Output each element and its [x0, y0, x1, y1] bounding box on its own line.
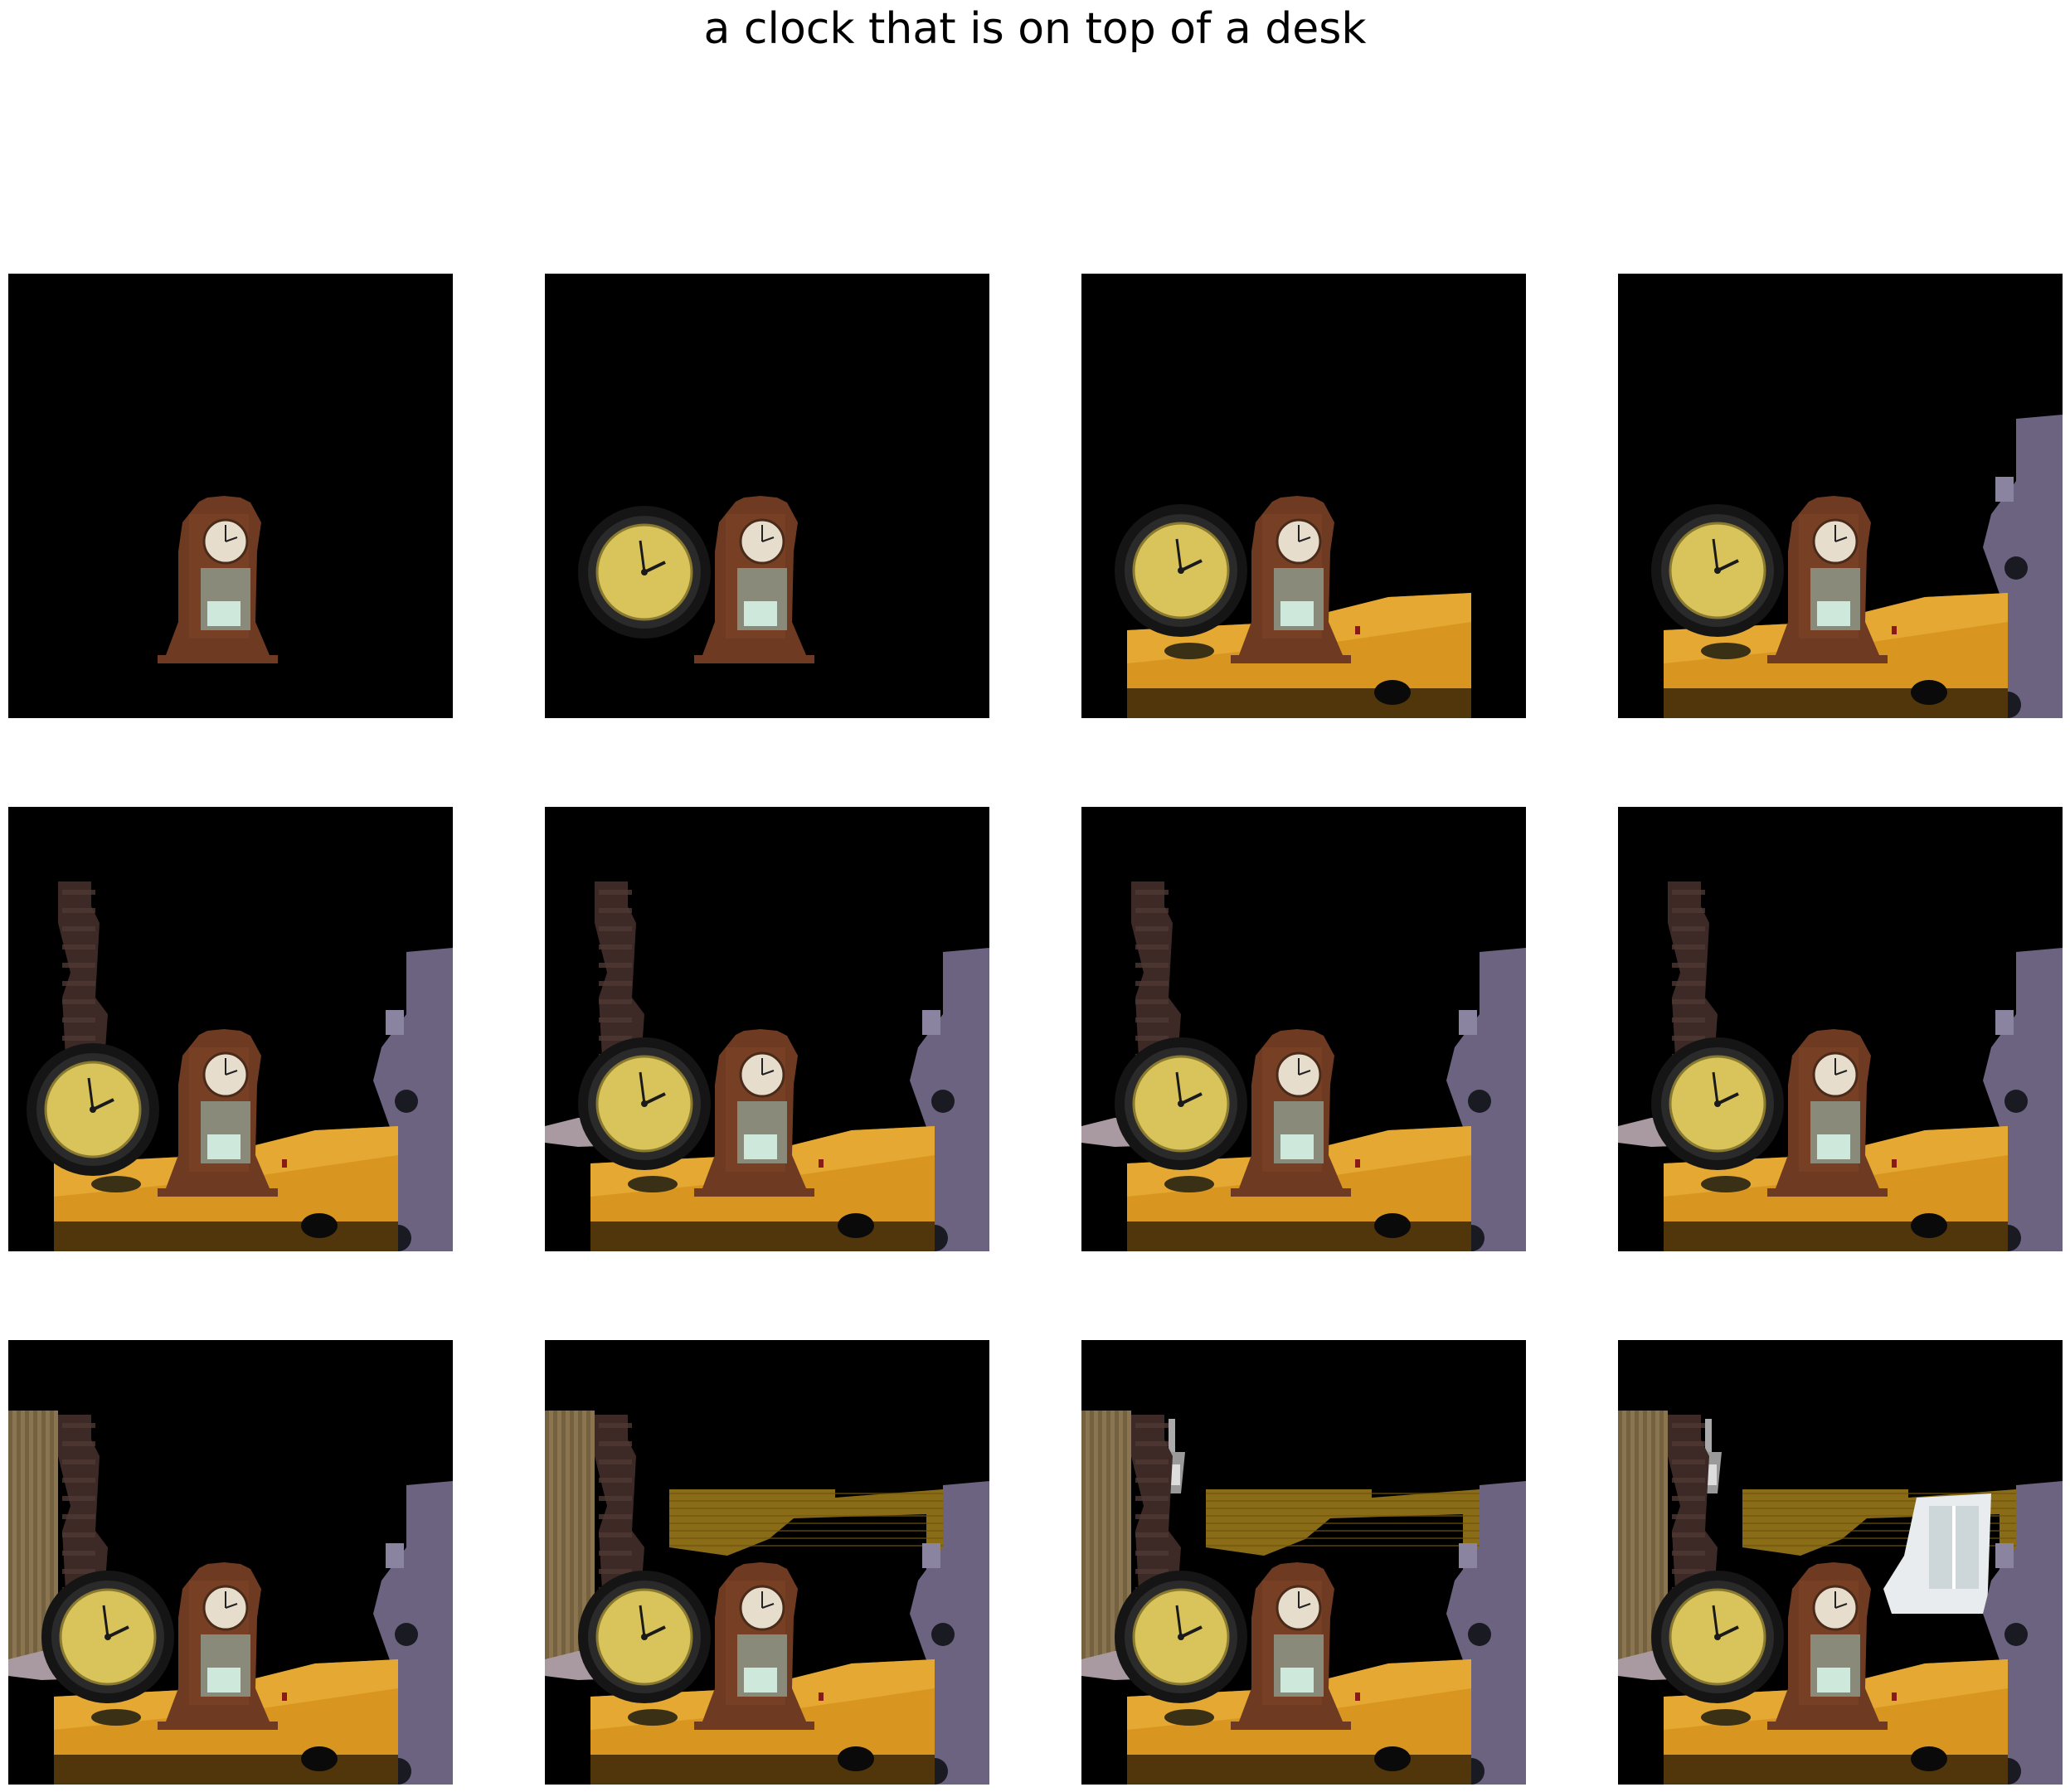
left-pillar-layer — [58, 881, 108, 1072]
panel-image — [545, 881, 989, 1251]
panel-image — [8, 1411, 453, 1785]
wall-clock-layer — [1115, 504, 1247, 637]
wall-clock-layer — [1115, 1571, 1247, 1703]
mantel-clock-layer — [158, 1029, 278, 1197]
panel-image — [158, 496, 278, 663]
wall-clock-layer — [41, 1571, 174, 1703]
wood-panel-layer — [1206, 1489, 1480, 1605]
wall-clock-layer — [1651, 1571, 1784, 1703]
panel-image — [545, 1411, 989, 1785]
panel-image — [1081, 1411, 1526, 1785]
panel-image — [578, 496, 814, 663]
grid-panel-8 — [1618, 807, 2063, 1251]
mantel-clock-layer — [694, 496, 814, 663]
wall-clock-layer — [578, 1571, 711, 1703]
panel-image — [1651, 415, 2063, 718]
panel-image — [1618, 1411, 2063, 1785]
wall-clock-layer — [578, 506, 711, 639]
wall-clock-layer — [1651, 1037, 1784, 1170]
mantel-clock-layer — [694, 1562, 814, 1730]
mantel-clock-layer — [1231, 1562, 1351, 1730]
mantel-clock-layer — [1767, 496, 1888, 663]
grid-panel-11 — [1081, 1340, 1526, 1785]
grid-panel-5 — [8, 807, 453, 1251]
grid-panel-12 — [1618, 1340, 2063, 1785]
panel-image — [1081, 881, 1526, 1251]
mantel-clock-layer — [1231, 496, 1351, 663]
wall-clock-layer — [1651, 504, 1784, 637]
mantel-clock-layer — [1231, 1029, 1351, 1197]
image-grid — [0, 0, 2070, 1792]
wood-panel-layer — [669, 1489, 943, 1605]
grid-panel-1 — [8, 274, 453, 718]
panel-image — [27, 881, 453, 1251]
panel-image — [1618, 881, 2063, 1251]
wall-clock-layer — [1115, 1037, 1247, 1170]
wall-clock-layer — [27, 1043, 159, 1176]
mantel-clock-layer — [158, 1562, 278, 1730]
grid-panel-4 — [1618, 274, 2063, 718]
grid-panel-10 — [545, 1340, 989, 1785]
grid-panel-7 — [1081, 807, 1526, 1251]
grid-panel-6 — [545, 807, 989, 1251]
mantel-clock-layer — [158, 496, 278, 663]
mantel-clock-layer — [694, 1029, 814, 1197]
grid-panel-3 — [1081, 274, 1526, 718]
grid-panel-9 — [8, 1340, 453, 1785]
panel-image — [1115, 496, 1471, 718]
mantel-clock-layer — [1767, 1029, 1888, 1197]
wall-clock-layer — [578, 1037, 711, 1170]
mantel-clock-layer — [1767, 1562, 1888, 1730]
grid-panel-2 — [545, 274, 989, 718]
